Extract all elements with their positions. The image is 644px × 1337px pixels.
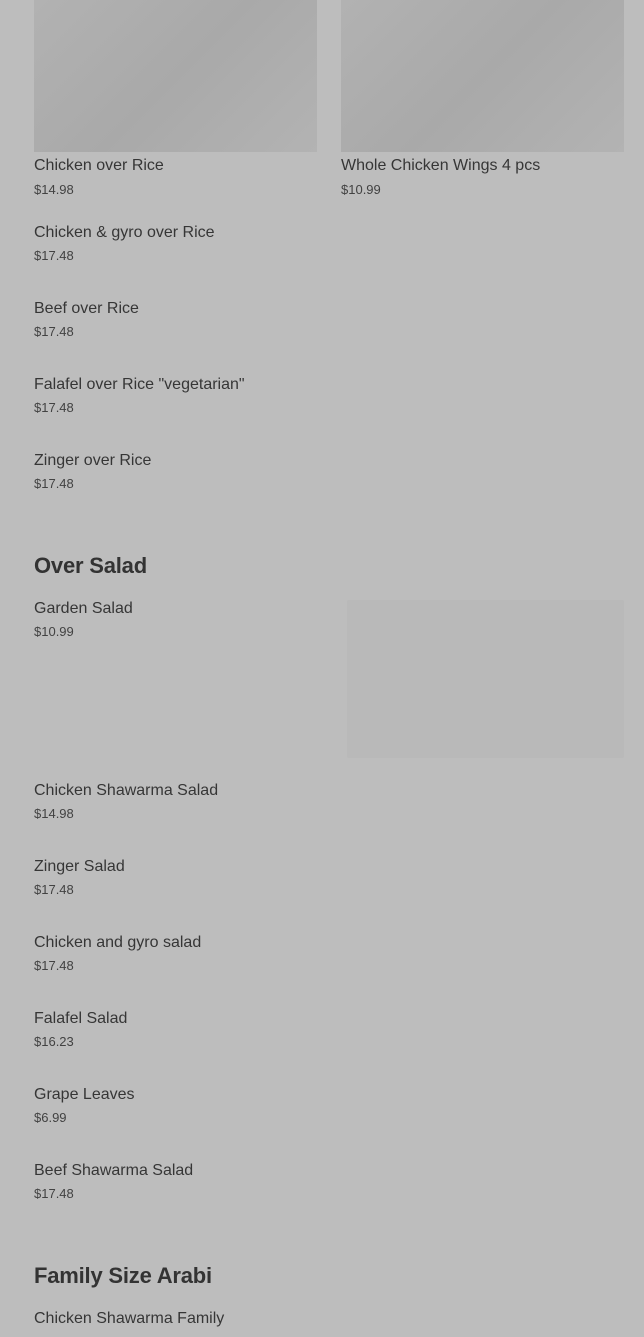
menu-item-price: $17.48 bbox=[34, 882, 74, 897]
menu-item-price: $17.48 bbox=[34, 476, 74, 491]
menu-item-price: $17.48 bbox=[34, 324, 74, 339]
menu-item-price: $10.99 bbox=[341, 182, 381, 197]
menu-item-name: Whole Chicken Wings 4 pcs bbox=[341, 157, 541, 174]
menu-item-price: $14.98 bbox=[34, 182, 74, 197]
menu-item-name: Falafel Salad bbox=[34, 1010, 128, 1027]
menu-item-price: $6.99 bbox=[34, 1110, 67, 1125]
menu-item[interactable]: Falafel Salad $16.23 bbox=[34, 1009, 127, 1050]
menu-item[interactable]: Zinger Salad $17.48 bbox=[34, 857, 125, 898]
menu-item-price: $17.48 bbox=[34, 400, 74, 415]
menu-item-name: Beef over Rice bbox=[34, 300, 139, 317]
menu-item[interactable]: Grape Leaves $6.99 bbox=[34, 1085, 135, 1126]
menu-item[interactable]: Chicken & gyro over Rice $17.48 bbox=[34, 223, 215, 264]
menu-item[interactable]: Garden Salad $10.99 bbox=[34, 599, 133, 640]
menu-item-name: Zinger over Rice bbox=[34, 452, 152, 469]
menu-item-price: $10.99 bbox=[34, 624, 74, 639]
menu-item-name: Garden Salad bbox=[34, 600, 133, 617]
menu-item-name: Chicken Shawarma Family bbox=[34, 1310, 225, 1327]
menu-item-price: $16.23 bbox=[34, 1034, 74, 1049]
menu-item[interactable]: Beef Shawarma Salad $17.48 bbox=[34, 1161, 193, 1202]
menu-item[interactable]: Chicken Shawarma Salad $14.98 bbox=[34, 781, 218, 822]
menu-item-name: Chicken & gyro over Rice bbox=[34, 224, 215, 241]
menu-item[interactable]: Chicken Shawarma Family bbox=[34, 1309, 224, 1329]
menu-item-name: Zinger Salad bbox=[34, 858, 125, 875]
menu-item-name: Chicken and gyro salad bbox=[34, 934, 202, 951]
menu-item[interactable]: Zinger over Rice $17.48 bbox=[34, 451, 151, 492]
menu-item-name: Grape Leaves bbox=[34, 1086, 135, 1103]
menu-item-name: Falafel over Rice "vegetarian" bbox=[34, 376, 245, 393]
menu-item-image[interactable] bbox=[341, 0, 624, 152]
section-title-family-size-arabi: Family Size Arabi bbox=[34, 1263, 212, 1288]
menu-item-price: $14.98 bbox=[34, 806, 74, 821]
menu-item-price: $17.48 bbox=[34, 248, 74, 263]
section-title-over-salad: Over Salad bbox=[34, 553, 147, 578]
menu-item-name: Beef Shawarma Salad bbox=[34, 1162, 194, 1179]
menu-item-name: Chicken over Rice bbox=[34, 157, 164, 174]
menu-item-name: Chicken Shawarma Salad bbox=[34, 782, 219, 799]
menu-item-image[interactable] bbox=[34, 0, 317, 152]
menu-item[interactable]: Chicken and gyro salad $17.48 bbox=[34, 933, 201, 974]
menu-item-price: $17.48 bbox=[34, 1186, 74, 1201]
menu-item-price: $17.48 bbox=[34, 958, 74, 973]
menu-item[interactable]: Falafel over Rice "vegetarian" $17.48 bbox=[34, 375, 245, 416]
menu-item-image[interactable] bbox=[347, 600, 624, 758]
menu-item[interactable]: Beef over Rice $17.48 bbox=[34, 299, 139, 340]
